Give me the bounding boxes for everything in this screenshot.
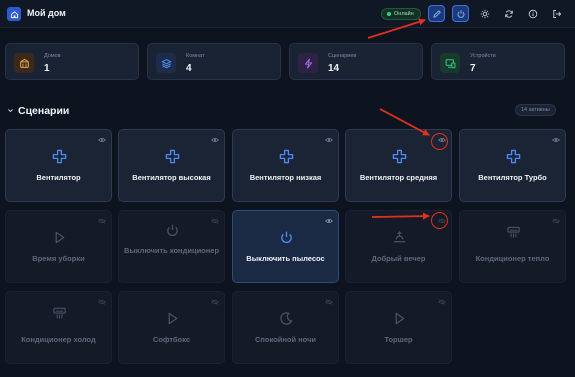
annotation-circle (431, 212, 448, 229)
scenario-label: Вентилятор высокая (132, 173, 211, 182)
eye-off-icon[interactable] (210, 298, 219, 305)
refresh-button[interactable] (500, 5, 517, 22)
power-icon (457, 9, 464, 18)
scenario-card[interactable]: Время уборки (5, 210, 112, 283)
sun-icon (480, 9, 489, 18)
fan-icon (392, 149, 407, 164)
power-icon (279, 230, 294, 245)
stat-card-scenarios: Сценариев 14 (289, 43, 423, 80)
scenario-card[interactable]: Вентилятор Турбо (459, 129, 566, 202)
edit-button[interactable] (428, 5, 445, 22)
fan-icon (506, 149, 521, 164)
scenario-label: Вентилятор средняя (359, 173, 438, 182)
stat-label: Домов (44, 53, 61, 59)
scenario-label: Торшер (384, 335, 413, 344)
scenario-card[interactable]: Выключить пылесос (232, 210, 339, 283)
stat-label: Сценариев (328, 53, 357, 59)
top-bar: Мой дом Онлайн (0, 0, 575, 28)
pencil-icon (432, 9, 441, 18)
moon-icon (279, 311, 294, 326)
fan-icon (165, 149, 180, 164)
stat-label: Комнат (186, 53, 205, 59)
house-icon (14, 53, 34, 73)
scenario-label: Спокойной ночи (254, 335, 317, 344)
scenario-card[interactable]: Софтбокс (118, 291, 225, 364)
eye-icon[interactable] (324, 217, 333, 224)
eye-off-icon[interactable] (551, 217, 560, 224)
stat-value: 14 (328, 63, 340, 74)
scenario-label: Время уборки (32, 254, 85, 263)
active-count-badge: 14 активны (515, 104, 556, 116)
fan-icon (279, 149, 294, 164)
refresh-icon (504, 9, 513, 18)
online-status-label: Онлайн (394, 11, 414, 17)
info-icon (528, 9, 537, 18)
eye-icon[interactable] (324, 136, 333, 143)
power-icon (165, 223, 180, 238)
eye-icon[interactable] (551, 136, 560, 143)
scenario-card[interactable]: Кондиционер холод (5, 291, 112, 364)
annotation-circle (431, 133, 448, 150)
air-conditioner-icon (506, 225, 521, 240)
section-title[interactable]: Сценарии (18, 105, 69, 117)
theme-button[interactable] (476, 5, 493, 22)
eye-off-icon[interactable] (437, 298, 446, 305)
scenario-label: Вентилятор низкая (249, 173, 322, 182)
play-icon (392, 311, 407, 326)
play-icon (52, 230, 67, 245)
chevron-down-icon[interactable] (7, 107, 14, 114)
stat-card-houses: Домов 1 (5, 43, 139, 80)
scenario-card[interactable]: Вентилятор низкая (232, 129, 339, 202)
stat-card-rooms: Комнат 4 (147, 43, 281, 80)
scenario-card[interactable]: Вентилятор высокая (118, 129, 225, 202)
online-status-badge: Онлайн (381, 8, 421, 20)
eye-icon[interactable] (210, 136, 219, 143)
fan-icon (52, 149, 67, 164)
scenario-label: Добрый вечер (371, 254, 426, 263)
scenario-card[interactable]: Кондиционер тепло (459, 210, 566, 283)
lightning-icon (298, 53, 318, 73)
stat-value: 7 (470, 63, 476, 74)
stat-label: Устройств (470, 53, 496, 59)
stat-value: 4 (186, 63, 192, 74)
scenario-label: Софтбокс (152, 335, 191, 344)
stat-card-devices: Устройств 7 (431, 43, 565, 80)
eye-off-icon[interactable] (97, 217, 106, 224)
scenario-label: Выключить пылесос (246, 254, 325, 263)
sunset-icon (392, 230, 407, 245)
scenario-card[interactable]: Спокойной ночи (232, 291, 339, 364)
devices-icon (440, 53, 460, 73)
power-button[interactable] (452, 5, 469, 22)
eye-off-icon[interactable] (324, 298, 333, 305)
eye-icon[interactable] (97, 136, 106, 143)
scenario-card[interactable]: Выключить кондиционер (118, 210, 225, 283)
air-conditioner-icon (52, 306, 67, 321)
app-title: Мой дом (27, 8, 66, 18)
scenario-card[interactable]: Торшер (345, 291, 452, 364)
logout-icon (552, 9, 561, 18)
info-button[interactable] (524, 5, 541, 22)
scenario-label: Вентилятор Турбо (478, 173, 547, 182)
scenario-label: Кондиционер тепло (475, 254, 550, 263)
eye-off-icon[interactable] (210, 217, 219, 224)
online-dot-icon (387, 12, 391, 16)
home-icon[interactable] (7, 7, 21, 21)
scenario-card[interactable]: Вентилятор (5, 129, 112, 202)
scenario-label: Кондиционер холод (21, 335, 96, 344)
scenario-label: Выключить кондиционер (123, 246, 220, 255)
play-icon (165, 311, 180, 326)
layers-icon (156, 53, 176, 73)
stat-value: 1 (44, 63, 50, 74)
logout-button[interactable] (548, 5, 565, 22)
eye-off-icon[interactable] (97, 298, 106, 305)
scenario-label: Вентилятор (36, 173, 81, 182)
